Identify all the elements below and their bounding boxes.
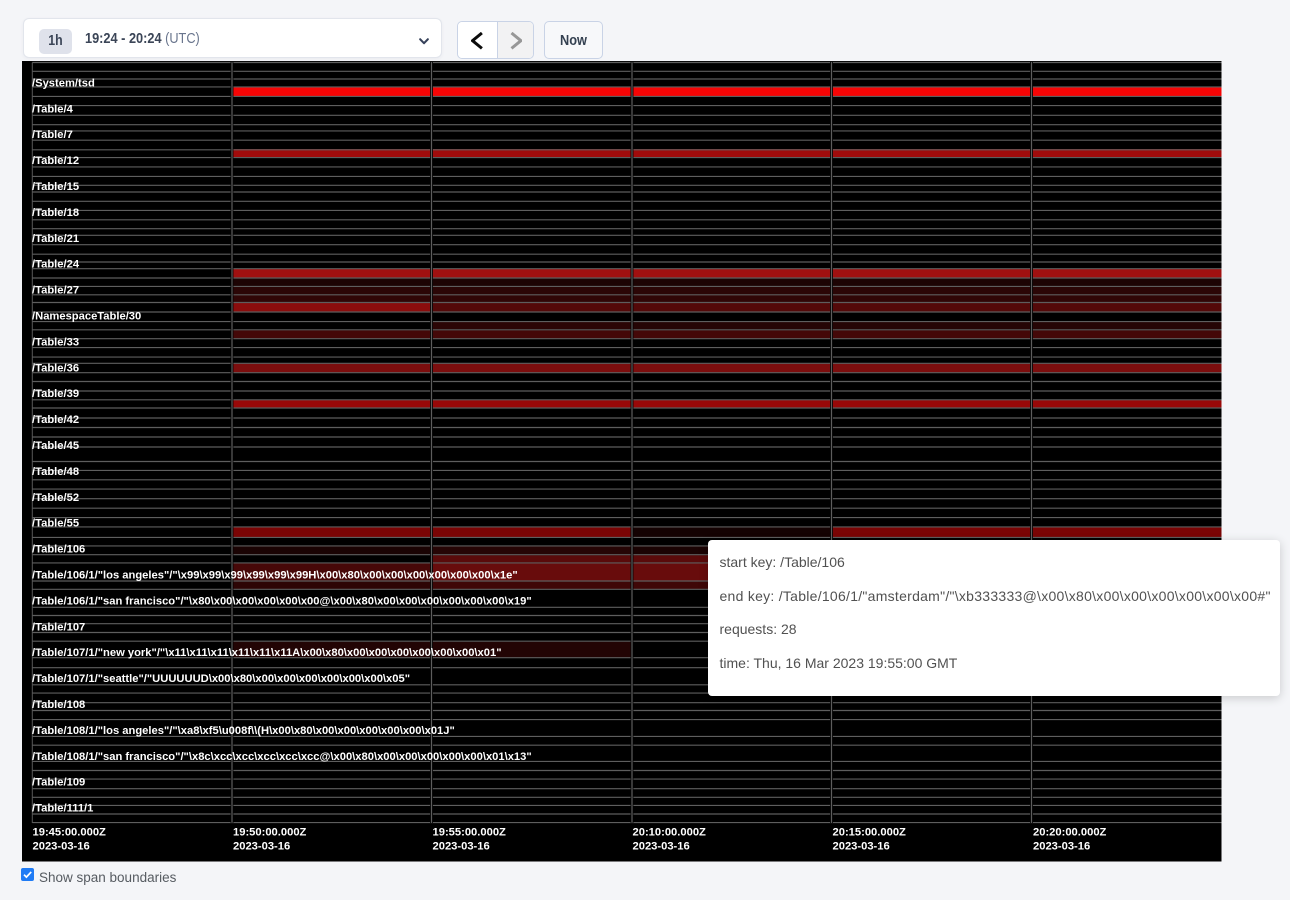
svg-text:19:55:00.000Z: 19:55:00.000Z [432, 827, 506, 839]
svg-text:/Table/21: /Table/21 [32, 233, 79, 245]
svg-text:/Table/106/1/"los angeles"/"\x: /Table/106/1/"los angeles"/"\x99\x99\x99… [32, 570, 518, 582]
svg-text:2023-03-16: 2023-03-16 [632, 841, 689, 853]
svg-text:/System/tsd: /System/tsd [32, 77, 95, 89]
svg-text:/Table/33: /Table/33 [32, 336, 79, 348]
svg-text:/Table/27: /Table/27 [32, 285, 79, 297]
svg-text:19:50:00.000Z: 19:50:00.000Z [233, 827, 307, 839]
svg-text:/Table/55: /Table/55 [32, 518, 79, 530]
svg-text:19:45:00.000Z: 19:45:00.000Z [32, 827, 106, 839]
svg-text:/Table/48: /Table/48 [32, 466, 79, 478]
svg-text:/Table/4: /Table/4 [32, 103, 74, 115]
svg-text:/Table/7: /Table/7 [32, 129, 73, 141]
svg-text:/Table/108/1/"los angeles"/"\x: /Table/108/1/"los angeles"/"\xa8\xf5\u00… [32, 725, 455, 737]
svg-text:/Table/111/1: /Table/111/1 [32, 803, 93, 815]
svg-text:/Table/18: /Table/18 [32, 207, 79, 219]
svg-text:20:15:00.000Z: 20:15:00.000Z [832, 827, 906, 839]
svg-text:/Table/45: /Table/45 [32, 440, 79, 452]
svg-text:2023-03-16: 2023-03-16 [1033, 841, 1090, 853]
svg-text:2023-03-16: 2023-03-16 [832, 841, 889, 853]
svg-text:20:10:00.000Z: 20:10:00.000Z [632, 827, 706, 839]
svg-text:/Table/52: /Table/52 [32, 492, 79, 504]
svg-text:/Table/15: /Table/15 [32, 181, 79, 193]
svg-text:/Table/24: /Table/24 [32, 259, 80, 271]
svg-text:/Table/36: /Table/36 [32, 362, 79, 374]
svg-text:/Table/107/1/"new york"/"\x11\: /Table/107/1/"new york"/"\x11\x11\x11\x1… [32, 647, 502, 659]
svg-text:/NamespaceTable/30: /NamespaceTable/30 [32, 311, 141, 323]
svg-text:/Table/109: /Table/109 [32, 777, 85, 789]
svg-text:20:20:00.000Z: 20:20:00.000Z [1033, 827, 1107, 839]
svg-text:/Table/108/1/"san francisco"/": /Table/108/1/"san francisco"/"\x8c\xcc\x… [32, 751, 532, 763]
svg-text:/Table/107/1/"seattle"/"UUUUUU: /Table/107/1/"seattle"/"UUUUUUD\x00\x80\… [32, 673, 410, 685]
svg-text:/Table/107: /Table/107 [32, 621, 85, 633]
svg-text:2023-03-16: 2023-03-16 [432, 841, 489, 853]
svg-text:2023-03-16: 2023-03-16 [233, 841, 290, 853]
svg-text:/Table/106/1/"san francisco"/": /Table/106/1/"san francisco"/"\x80\x00\x… [32, 595, 532, 607]
svg-text:/Table/106: /Table/106 [32, 544, 85, 556]
svg-text:/Table/42: /Table/42 [32, 414, 79, 426]
svg-text:2023-03-16: 2023-03-16 [32, 841, 89, 853]
svg-text:/Table/12: /Table/12 [32, 155, 79, 167]
svg-text:/Table/108: /Table/108 [32, 699, 85, 711]
svg-text:/Table/39: /Table/39 [32, 388, 79, 400]
